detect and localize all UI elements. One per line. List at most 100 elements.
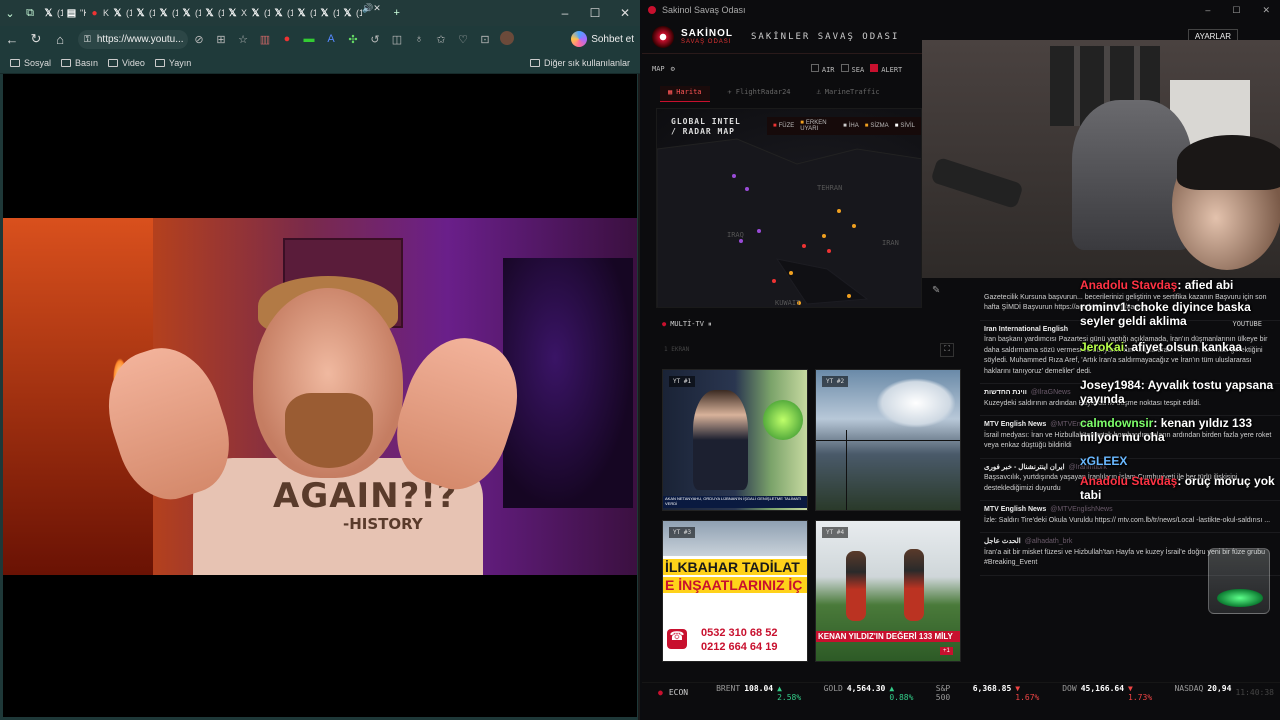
bookmark-folder[interactable]: Video [108,58,145,68]
minimize-icon[interactable]: – [550,6,580,20]
kick-icon: ● [91,7,98,19]
news-item[interactable]: MTV English News @MTVEngNews İsrail medyas… [980,416,1280,459]
tv-tile-1[interactable]: YT #1 AKAN NETANYAHU, ORDUYA LÜBNAN'IN İ… [662,369,808,511]
tab-close-icon[interactable]: ✕ [373,3,381,23]
browser-tab[interactable]: 𝕏(12 [316,3,339,23]
browser-tab[interactable]: 𝕏(12 [339,3,362,23]
multitv-label: MULTİ-TV [670,320,704,328]
tv-label: YT #1 [669,376,696,387]
bookmark-label: Basın [75,57,99,68]
split-screen-icon[interactable]: ◫ [386,33,408,46]
browser-tab[interactable]: ▤"Kr [63,3,86,23]
news-body: İsrail medyası: İran ve Hizbullah'tan or… [984,431,1272,450]
browser-tab[interactable]: 𝕏(12 [247,3,270,23]
extension-puzzle-icon[interactable]: ✣ [342,33,364,46]
x-icon: 𝕏 [205,7,214,19]
tv-tile-2[interactable]: YT #2 [815,369,961,511]
tv-tile-3[interactable]: YT #3 İLKBAHAR TADİLAT E İNŞAATLARINIZ İ… [662,520,808,662]
city-label-tehran: TEHRAN [817,184,843,192]
map-land [657,138,921,307]
app-minimize-icon[interactable]: – [1205,5,1210,16]
browser-tab[interactable]: ●Kicl [86,3,109,23]
tab-actions-chevron-icon[interactable]: ⌄ [0,3,20,23]
extension-translate-icon[interactable]: A [320,33,342,45]
reload-icon[interactable]: ↻ [24,31,48,47]
bookmark-other-favorites[interactable]: Diğer sık kullanılanlar [529,58,630,68]
pause-icon[interactable]: ⏸ [708,320,712,332]
back-arrow-icon[interactable]: ← [0,32,24,47]
news-item[interactable]: Gazetecilik Kursuna başvurun... becerile… [980,278,1280,321]
bookmark-folder[interactable]: Basın [61,58,98,68]
legend-label: SİVİL [900,123,915,129]
copilot-button[interactable]: Sohbet et [571,31,634,47]
draw-pencil-icon[interactable]: ✎ [932,285,940,296]
extension-red-icon[interactable]: ● [276,33,298,45]
bookmark-folder[interactable]: Yayın [154,58,191,68]
econ-value: 6,368.85 [972,683,1012,693]
browser-tab[interactable]: 𝕏(12 [270,3,293,23]
browser-essentials-icon[interactable]: ♡ [452,33,474,46]
url-field[interactable]: ⚿ https://www.youtu... [78,29,188,49]
favorite-star-icon[interactable]: ☆ [232,33,254,46]
site-info-icon[interactable]: ⊘ [188,33,210,46]
map-tab[interactable]: ⚓ MarineTraffic [809,86,888,102]
news-item[interactable]: ایران اینترنشنال - خبر فوری @IranIntlbrk B… [980,459,1280,501]
apps-icon[interactable]: ⊞ [210,33,232,46]
tab-audio-icon[interactable]: 🔊 [362,3,373,23]
webcam-overlay [922,40,1280,278]
econ-name: S&P 500 [935,683,951,702]
browser-tab[interactable]: 𝕏(12 [293,3,316,23]
filter-toggle[interactable]: AIR [810,64,835,74]
collections-icon[interactable]: ⊡ [474,33,496,46]
browser-tab[interactable]: 𝕏X'ta [224,3,247,23]
home-icon[interactable]: ⌂ [48,32,72,47]
news-item[interactable]: ווינת החדשות @IlraGNews Kuzeydeki saldırın… [980,384,1280,416]
map-toolbar: MAP ⚙ AIR SEA ALERT [652,60,952,78]
filter-toggle[interactable]: ALERT [870,64,902,74]
refresh-circle-icon[interactable]: ↺ [364,33,386,46]
map-tab[interactable]: ✈ FlightRadar24 [720,86,799,102]
news-item[interactable]: MTV English News @MTVEnglishNews İzle: Sal… [980,501,1280,533]
app-close-icon[interactable]: ✕ [1262,5,1270,16]
split-frame [816,440,960,441]
news-source: ווינת החדשות [984,389,1027,396]
filter-toggle[interactable]: SEA [840,64,864,74]
radar-map[interactable]: GLOBAL INTEL / RADAR MAP ■ FÜZE ■ ERKEN UYA… [656,108,922,308]
bookmark-folder[interactable]: Sosyal [10,58,51,68]
new-tab-plus-icon[interactable]: + [387,3,407,23]
marker-orange [837,209,841,213]
maximize-icon[interactable]: ☐ [580,6,610,20]
news-header: MTV English News @MTVEnglishNews [984,505,1276,516]
browser-tab[interactable]: 𝕏(11 [40,3,63,23]
econ-name: BRENT [716,683,741,693]
map-settings-icon[interactable]: ⚙ [671,65,675,73]
news-item[interactable]: Iran International English İran başkanı y… [980,321,1280,384]
legend-item: ■ FÜZE [773,123,794,129]
video-frame[interactable]: AGAIN?!? -HISTORY [3,218,637,575]
legend-item: ■ SİZMA [865,123,889,129]
folder-icon [529,58,540,67]
browser-tab[interactable]: 𝕏(12 [155,3,178,23]
x-icon: 𝕏 [274,7,283,19]
sky-clouds [876,378,956,428]
legend-item: ■ ERKEN UYARI [800,120,837,132]
econ-dot-icon: ● [658,688,663,697]
app-maximize-icon[interactable]: ☐ [1232,5,1240,16]
performance-icon[interactable]: ♁ [408,33,430,45]
browser-tab[interactable]: 𝕏(12 [201,3,224,23]
map-label: MAP [652,65,665,73]
fullscreen-icon[interactable]: ⛶ [940,343,954,357]
browser-tab[interactable]: 𝕏(12 [132,3,155,23]
tv-tile-4[interactable]: YT #4 KENAN YILDIZ'IN DEĞERİ 133 MİLY +1 [815,520,961,662]
extension-green-icon[interactable]: ▬ [298,33,320,45]
brand-logo [652,25,674,48]
ad-line-2: E İNŞAATLARINIZ İÇ [663,577,807,593]
extension-icon[interactable]: ▥ [254,33,276,46]
workspaces-icon[interactable]: ⧉ [20,3,40,23]
close-icon[interactable]: ✕ [610,6,640,20]
browser-tab[interactable]: 𝕏(12 [178,3,201,23]
browser-tab[interactable]: 𝕏(12 [109,3,132,23]
map-tab[interactable]: ▦ Harita [660,86,710,102]
favorites-icon[interactable]: ✩ [430,33,452,46]
profile-avatar[interactable] [496,30,518,48]
